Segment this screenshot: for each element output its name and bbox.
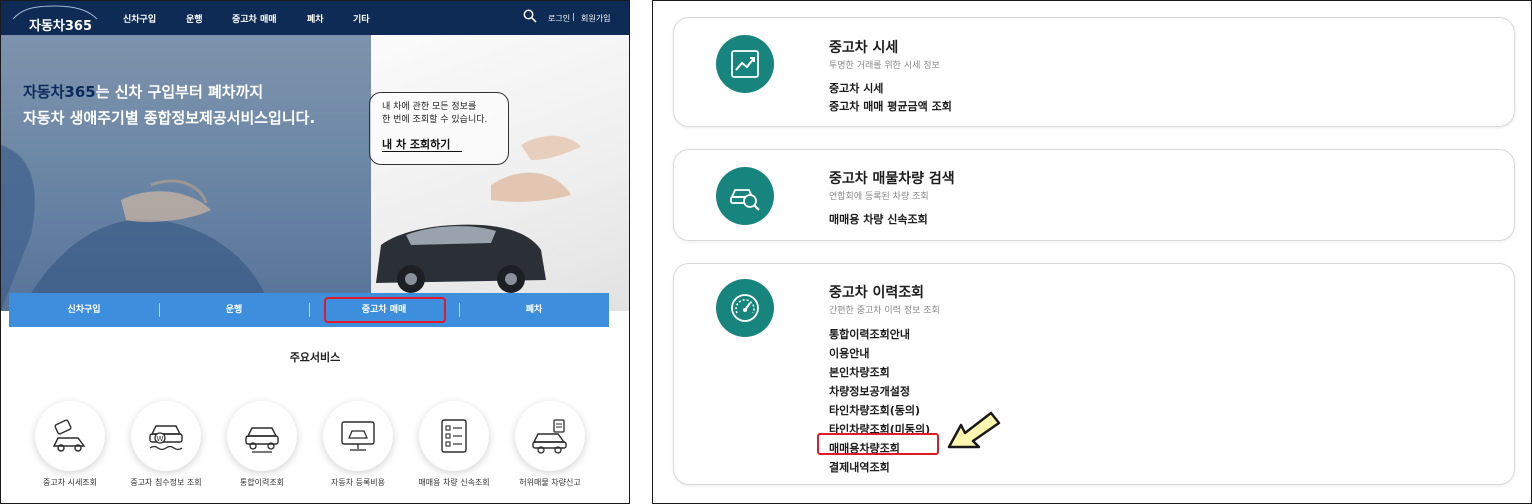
service-icon-circle bbox=[227, 401, 297, 471]
left-screenshot: 자동차365 신차구입 운행 중고차 매매 폐차 기타 로그인 | 회원가입 자… bbox=[0, 0, 630, 504]
bubble-description-line-2: 한 번에 조회할 수 있습니다. bbox=[382, 115, 488, 125]
search-icon[interactable] bbox=[523, 9, 537, 23]
service-icon-circle: W bbox=[131, 401, 201, 471]
pointer-arrow-icon bbox=[947, 411, 1001, 449]
car-search-icon bbox=[730, 189, 760, 211]
service-icon-circle bbox=[515, 401, 585, 471]
service-label: 중고차 시세조회 bbox=[42, 478, 98, 487]
card-icon-circle bbox=[716, 35, 774, 93]
card-subtitle: 연합회에 등록된 차량 조회 bbox=[829, 192, 929, 202]
link-info-disclosure-settings[interactable]: 차량정보공개설정 bbox=[829, 383, 910, 399]
car-report-icon bbox=[532, 419, 567, 454]
card-used-car-history: 중고차 이력조회 간편한 중고차 이력 정보 조회 통합이력조회안내 이용안내 … bbox=[673, 263, 1515, 485]
util-separator: | bbox=[572, 12, 575, 21]
trend-chart-icon bbox=[731, 50, 759, 78]
link-my-car-lookup[interactable]: 본인차량조회 bbox=[829, 364, 890, 380]
service-icon-circle bbox=[323, 401, 393, 471]
link-integrated-history-guide[interactable]: 통합이력조회안내 bbox=[829, 326, 910, 342]
monitor-car-registration-icon bbox=[341, 421, 375, 451]
hero-brand-accent: 자동차365 bbox=[23, 83, 96, 101]
link-usage-guide[interactable]: 이용안내 bbox=[829, 345, 869, 361]
checklist-document-icon bbox=[441, 419, 467, 453]
card-used-car-listing-search: 중고차 매물차량 검색 연합회에 등록된 차량 조회 매매용 차량 신속조회 bbox=[673, 149, 1515, 241]
hero-hand-and-car-illustration bbox=[376, 135, 581, 293]
right-screenshot: 중고차 시세 투명한 거래를 위한 시세 정보 중고차 시세 중고차 매매 평균… bbox=[652, 0, 1532, 504]
service-icon-circle bbox=[35, 401, 105, 471]
login-link[interactable]: 로그인 bbox=[548, 13, 570, 24]
cta-underline bbox=[382, 151, 462, 152]
hero-person-illustration bbox=[1, 145, 271, 311]
svg-text:W: W bbox=[157, 435, 164, 443]
price-tag-car-icon bbox=[52, 419, 86, 452]
card-subtitle: 간편한 중고차 이력 정보 조회 bbox=[829, 306, 940, 316]
card-title: 중고차 이력조회 bbox=[829, 285, 925, 301]
flood-car-icon: W bbox=[149, 425, 183, 451]
link-other-car-consent[interactable]: 타인차량조회(동의) bbox=[829, 402, 920, 418]
card-icon-circle bbox=[716, 167, 774, 225]
my-car-lookup-bubble[interactable]: 내 차에 관한 모든 정보를 한 번에 조회할 수 있습니다. 내 차 조회하기 bbox=[369, 92, 509, 165]
hero-headline-line-2: 자동차 생애주기별 종합정보제공서비스입니다. bbox=[23, 109, 316, 127]
nav-scrap[interactable]: 폐차 bbox=[307, 12, 324, 25]
tab-driving[interactable]: 운행 bbox=[159, 293, 309, 327]
my-car-lookup-button[interactable]: 내 차 조회하기 bbox=[382, 136, 450, 152]
nav-driving[interactable]: 운행 bbox=[186, 12, 203, 25]
signup-link[interactable]: 회원가입 bbox=[581, 13, 610, 24]
card-title: 중고차 시세 bbox=[829, 40, 899, 56]
service-label: 통합이력조회 bbox=[239, 478, 285, 487]
hero-banner: 자동차365는 신차 구입부터 폐차까지 자동차 생애주기별 종합정보제공서비스… bbox=[1, 35, 629, 311]
link-payment-history[interactable]: 결제내역조회 bbox=[829, 459, 890, 475]
bubble-description: 내 차에 관한 모든 정보를 한 번에 조회할 수 있습니다. bbox=[382, 101, 487, 127]
hero-blue-overlay bbox=[1, 35, 371, 311]
nav-etc[interactable]: 기타 bbox=[353, 12, 370, 25]
card-icon-circle bbox=[716, 279, 774, 337]
site-logo[interactable]: 자동차365 bbox=[29, 15, 92, 34]
link-highlight-box bbox=[817, 433, 939, 455]
service-icon-circle bbox=[419, 401, 489, 471]
tab-new-car[interactable]: 신차구입 bbox=[9, 293, 159, 327]
tab-scrap[interactable]: 폐차 bbox=[459, 293, 609, 327]
bubble-description-line-1: 내 차에 관한 모든 정보를 bbox=[382, 102, 477, 112]
hero-photo-area bbox=[371, 35, 629, 311]
tab-highlight-box bbox=[324, 297, 446, 323]
card-title: 중고차 매물차량 검색 bbox=[829, 171, 955, 187]
service-label: 중고차 침수정보 조회 bbox=[130, 478, 202, 487]
service-label: 허위매물 차량신고 bbox=[519, 478, 581, 487]
link-used-car-price[interactable]: 중고차 시세 bbox=[829, 80, 883, 96]
nav-used-car[interactable]: 중고차 매매 bbox=[232, 12, 277, 25]
category-tab-bar: 신차구입 운행 중고차 매매 폐차 bbox=[9, 293, 609, 327]
car-repair-history-icon bbox=[245, 427, 279, 453]
top-navigation-bar: 자동차365 신차구입 운행 중고차 매매 폐차 기타 로그인 | 회원가입 bbox=[1, 1, 629, 35]
service-label: 매매용 차량 신속조회 bbox=[418, 478, 490, 487]
service-label: 자동차 등록비용 bbox=[330, 478, 386, 487]
link-quick-lookup[interactable]: 매매용 차량 신속조회 bbox=[829, 211, 928, 227]
nav-new-car[interactable]: 신차구입 bbox=[123, 12, 156, 25]
link-average-price[interactable]: 중고차 매매 평균금액 조회 bbox=[829, 98, 952, 114]
main-services-title: 주요서비스 bbox=[289, 351, 341, 364]
speedometer-icon bbox=[731, 294, 759, 322]
card-used-car-price: 중고차 시세 투명한 거래를 위한 시세 정보 중고차 시세 중고차 매매 평균… bbox=[673, 17, 1515, 127]
hero-headline-rest: 는 신차 구입부터 폐차까지 bbox=[95, 83, 264, 101]
card-subtitle: 투명한 거래를 위한 시세 정보 bbox=[829, 61, 940, 71]
hero-headline-line-1: 자동차365는 신차 구입부터 폐차까지 bbox=[23, 81, 263, 102]
